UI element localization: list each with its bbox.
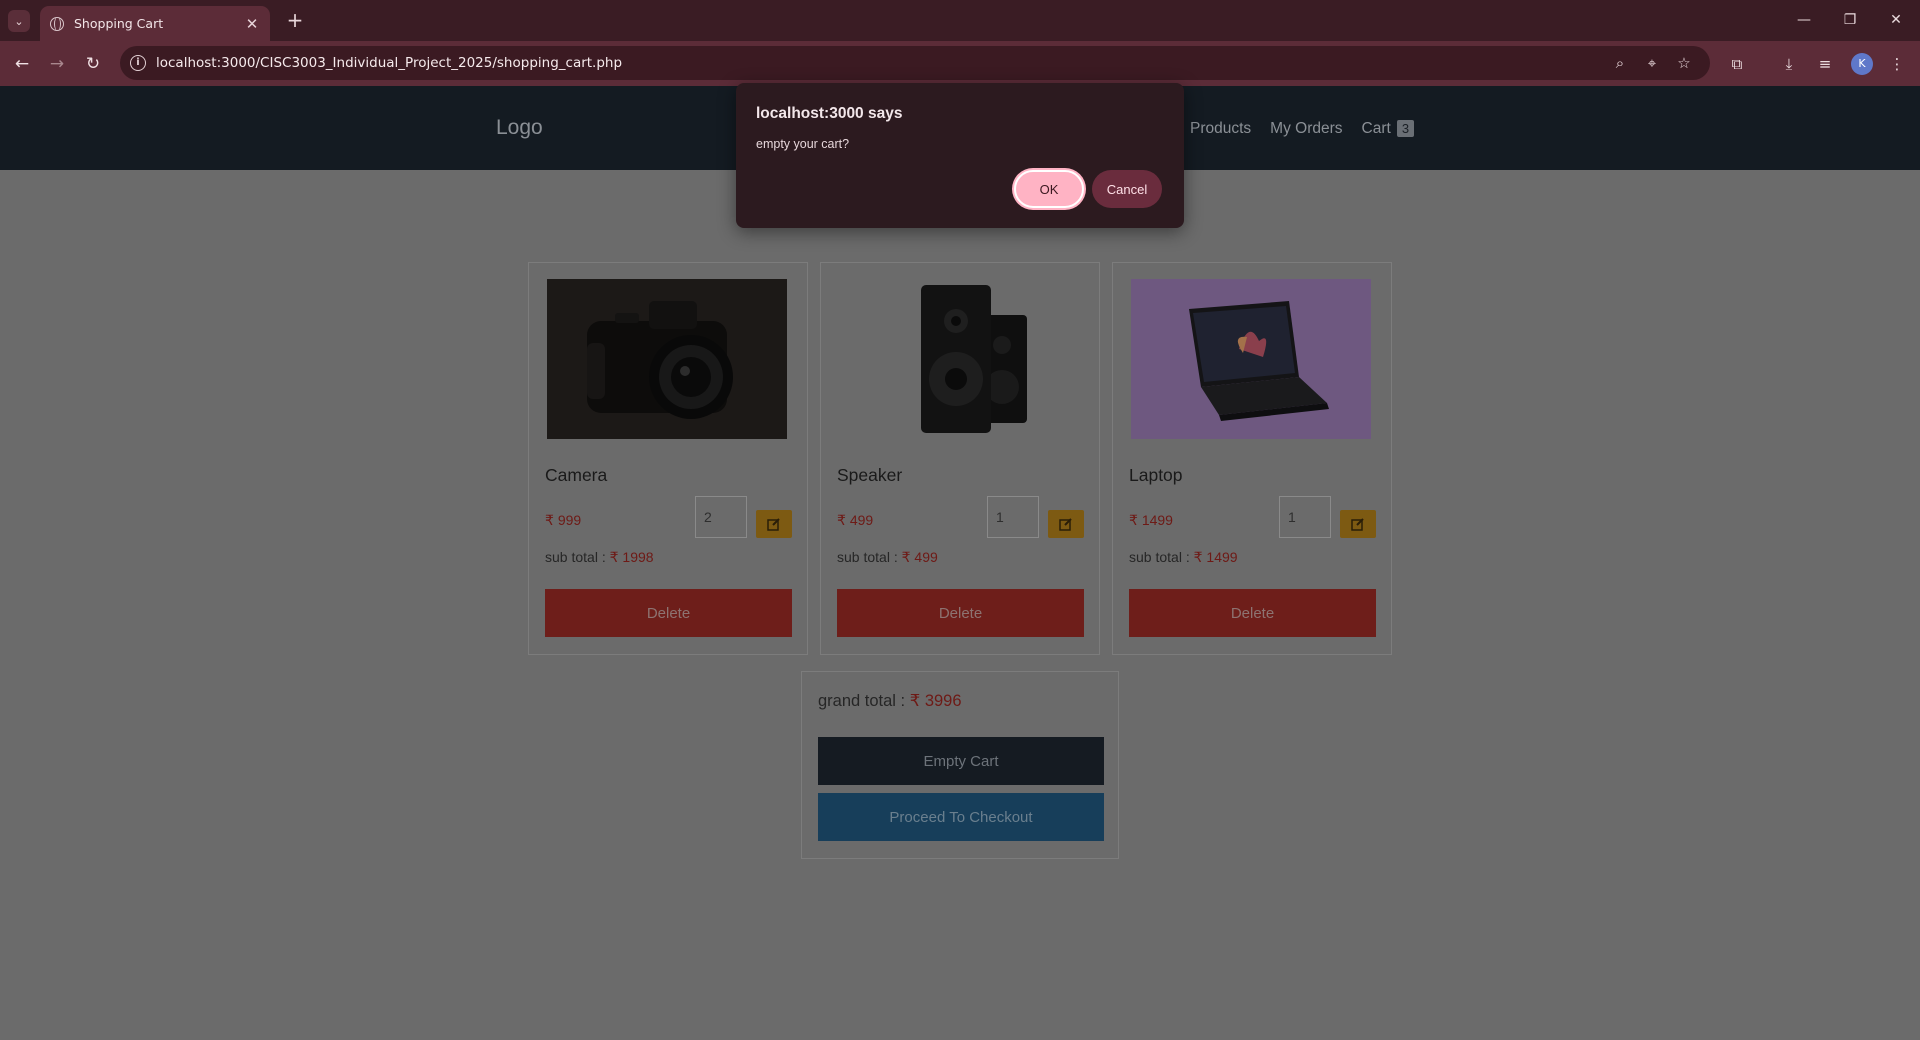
reload-icon[interactable]: ↻ <box>79 50 107 78</box>
dialog-message: empty your cart? <box>756 137 850 151</box>
media-icon[interactable]: ≡ <box>1814 53 1836 75</box>
confirm-dialog: localhost:3000 says empty your cart? OK … <box>736 83 1184 228</box>
rupee-icon: ₹ <box>1129 512 1138 528</box>
product-price: ₹ 499 <box>837 512 873 529</box>
address-bar[interactable]: i localhost:3000/CISC3003_Individual_Pro… <box>120 46 1710 80</box>
nav-cart-label: Cart <box>1361 120 1391 137</box>
globe-icon <box>50 16 64 31</box>
product-name: Camera <box>545 465 608 485</box>
product-image-speaker <box>839 279 1079 439</box>
url-text[interactable]: localhost:3000/CISC3003_Individual_Proje… <box>156 55 622 71</box>
browser-toolbar: ← → ↻ i localhost:3000/CISC3003_Individu… <box>0 41 1920 86</box>
price-value: 1499 <box>1141 512 1173 528</box>
dialog-cancel-button[interactable]: Cancel <box>1092 170 1162 208</box>
main-nav: Products My Orders Cart 3 <box>1190 120 1415 138</box>
cart-item-card: Camera ₹ 999 sub total : ₹ 1998 Delete <box>528 262 808 655</box>
subtotal-value: 1499 <box>1206 549 1238 565</box>
zoom-icon[interactable]: ⌕ <box>1610 53 1630 73</box>
price-value: 999 <box>557 512 582 528</box>
edit-icon <box>767 518 780 531</box>
cart-item-card: Speaker ₹ 499 sub total : ₹ 499 Delete <box>820 262 1100 655</box>
product-image-camera <box>547 279 787 439</box>
site-info-icon[interactable]: i <box>130 55 146 71</box>
cart-summary: grand total : ₹ 3996 Empty Cart Proceed … <box>801 671 1119 859</box>
subtotal-label: sub total : <box>545 549 606 565</box>
page-content: Logo Products My Orders Cart 3 Camera ₹ 9… <box>0 86 1920 1040</box>
product-image-laptop <box>1131 279 1371 439</box>
tab-search-icon[interactable]: ⌄ <box>8 10 30 32</box>
dialog-ok-button[interactable]: OK <box>1014 170 1084 208</box>
menu-icon[interactable]: ⋮ <box>1886 53 1908 75</box>
update-quantity-button[interactable] <box>1048 510 1084 538</box>
browser-tab[interactable]: Shopping Cart ✕ <box>40 6 270 41</box>
edit-icon <box>1351 518 1364 531</box>
rupee-icon: ₹ <box>545 512 554 528</box>
extensions-icon[interactable]: ⧉ <box>1726 53 1748 75</box>
subtotal-label: sub total : <box>1129 549 1190 565</box>
cart-count-badge: 3 <box>1396 120 1415 137</box>
download-icon[interactable]: ⤓ <box>1778 53 1800 75</box>
grand-total: grand total : ₹ 3996 <box>818 691 962 711</box>
rupee-icon: ₹ <box>901 549 911 565</box>
rupee-icon: ₹ <box>837 512 846 528</box>
product-price: ₹ 999 <box>545 512 581 529</box>
subtotal: sub total : ₹ 499 <box>837 549 938 566</box>
back-icon[interactable]: ← <box>8 50 36 78</box>
product-price: ₹ 1499 <box>1129 512 1173 529</box>
browser-tab-strip: ⌄ Shopping Cart ✕ + — ❐ ✕ <box>0 0 1920 41</box>
quantity-input[interactable] <box>695 496 747 538</box>
delete-button[interactable]: Delete <box>545 589 792 637</box>
edit-icon <box>1059 518 1072 531</box>
forward-icon[interactable]: → <box>43 50 71 78</box>
nav-my-orders[interactable]: My Orders <box>1270 120 1342 138</box>
update-quantity-button[interactable] <box>756 510 792 538</box>
product-name: Speaker <box>837 465 903 485</box>
location-icon[interactable]: ⌖ <box>1642 53 1662 73</box>
empty-cart-button[interactable]: Empty Cart <box>818 737 1104 785</box>
price-value: 499 <box>849 512 874 528</box>
rupee-icon: ₹ <box>1193 549 1203 565</box>
bookmark-star-icon[interactable]: ☆ <box>1674 53 1694 73</box>
checkout-button[interactable]: Proceed To Checkout <box>818 793 1104 841</box>
rupee-icon: ₹ <box>609 549 619 565</box>
cart-item-card: Laptop ₹ 1499 sub total : ₹ 1499 Delete <box>1112 262 1392 655</box>
subtotal: sub total : ₹ 1998 <box>545 549 654 566</box>
profile-avatar[interactable]: K <box>1851 53 1873 75</box>
dialog-title: localhost:3000 says <box>756 105 903 122</box>
nav-cart[interactable]: Cart 3 <box>1362 120 1415 138</box>
subtotal: sub total : ₹ 1499 <box>1129 549 1238 566</box>
grand-total-label: grand total : <box>818 692 906 710</box>
tab-close-icon[interactable]: ✕ <box>244 15 260 33</box>
quantity-input[interactable] <box>987 496 1039 538</box>
quantity-input[interactable] <box>1279 496 1331 538</box>
site-logo[interactable]: Logo <box>496 116 543 140</box>
delete-button[interactable]: Delete <box>1129 589 1376 637</box>
subtotal-value: 1998 <box>622 549 654 565</box>
delete-button[interactable]: Delete <box>837 589 1084 637</box>
close-window-icon[interactable]: ✕ <box>1874 6 1918 34</box>
tab-title: Shopping Cart <box>74 16 164 31</box>
product-name: Laptop <box>1129 465 1183 485</box>
grand-total-value: 3996 <box>924 692 962 710</box>
restore-icon[interactable]: ❐ <box>1828 6 1872 34</box>
new-tab-button[interactable]: + <box>283 8 307 32</box>
subtotal-label: sub total : <box>837 549 898 565</box>
rupee-icon: ₹ <box>909 692 921 710</box>
subtotal-value: 499 <box>914 549 938 565</box>
nav-products[interactable]: Products <box>1190 120 1251 138</box>
minimize-icon[interactable]: — <box>1782 6 1826 34</box>
update-quantity-button[interactable] <box>1340 510 1376 538</box>
